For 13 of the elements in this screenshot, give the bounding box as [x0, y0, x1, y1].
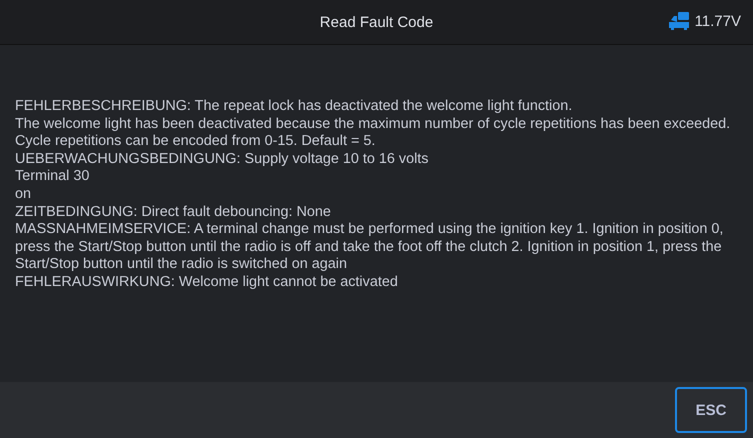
fault-description-text: FEHLERBESCHREIBUNG: The repeat lock has deactivated the welcome light function. [15, 98, 574, 116]
fault-description-text: ZEITBEDINGUNG: Direct fault debouncing: None [15, 204, 332, 222]
fault-description-text: Cycle repetitions can be encoded from 0-15. Default = 5. [15, 133, 376, 151]
fault-description-text: UEBERWACHUNGSBEDINGUNG: Supply voltage 10 to 16 volts [15, 150, 430, 168]
car-battery-icon [668, 12, 690, 30]
screen-title: Read Fault Code [320, 14, 434, 30]
fault-description-text: FEHLERAUSWIRKUNG: Welcome light cannot be activated [15, 274, 399, 292]
voltage-reading: 11.77V [694, 12, 741, 30]
fault-description-text: on [15, 186, 32, 204]
fault-description-text: MASSNAHMEIMSERVICE: A terminal change must be performed using the ignition key 1. Ignition in position 0, press the Start/Stop button until the radio is off and take the foot off the clutch 2. Ignition in position 1, press the Start/Stop button until the radio is switched on again [15, 221, 724, 274]
fault-description-text: Terminal 30 [15, 168, 90, 186]
esc-button[interactable]: ESC [675, 387, 747, 433]
fault-description-text: The welcome light has been deactivated because the maximum number of cycle repetitions has been exceeded. [15, 116, 732, 134]
